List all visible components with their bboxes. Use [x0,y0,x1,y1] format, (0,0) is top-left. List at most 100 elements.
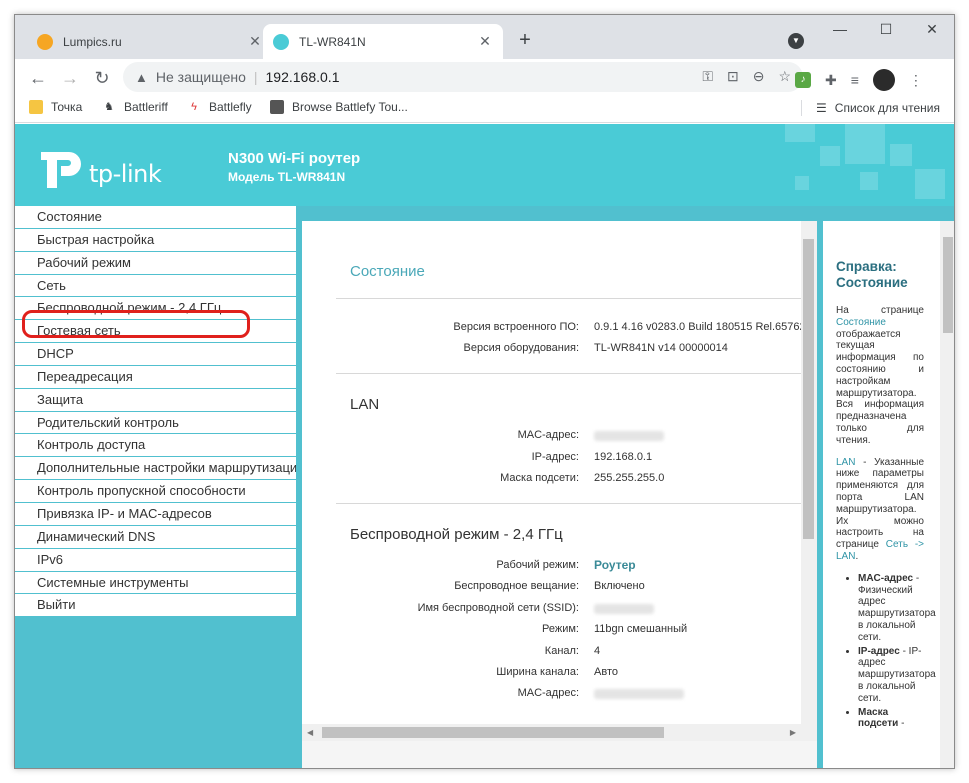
header-banner: tp-link N300 Wi-Fi роутер Модель TL-WR84… [15,124,954,206]
sidebar-item-security[interactable]: Защита [15,388,296,412]
bookmarks-bar: Точка ♞ Battleriff ϟ Battlefly Browse Ba… [15,95,954,123]
highlight-annotation [22,310,250,338]
maximize-icon[interactable]: ☐ [863,21,909,38]
divider [801,100,803,116]
reload-icon[interactable]: ↻ [89,65,115,91]
scroll-left-icon[interactable]: ◀ [307,728,313,737]
wireless-mode-label: Рабочий режим: [496,559,579,571]
sidebar-item-parental-control[interactable]: Родительский контроль [15,411,296,435]
broadcast-value: Включено [594,580,645,592]
lan-mac-label: MAC-адрес: [517,429,579,441]
divider: | [253,69,258,85]
sidebar-item-ip-mac-binding[interactable]: Привязка IP- и MAC-адресов [15,502,296,526]
sidebar-item-ddns[interactable]: Динамический DNS [15,525,296,549]
channel-width-value: Авто [594,666,618,678]
close-icon[interactable]: ✕ [475,33,495,50]
help-vertical-scrollbar[interactable] [940,221,954,768]
scroll-thumb[interactable] [803,239,814,539]
sidebar-item-system-tools[interactable]: Системные инструменты [15,571,296,595]
sidebar-item-ipv6[interactable]: IPv6 [15,548,296,572]
sidebar-item-status[interactable]: Состояние [15,206,296,229]
decoration [820,146,840,166]
sidebar-item-access-control[interactable]: Контроль доступа [15,434,296,458]
tab-tl-wr841n[interactable]: TL-WR841N ✕ [263,24,503,59]
list-item: MAC-адрес - Физический адрес маршрутизат… [858,572,936,644]
lan-mac-value-blurred [594,431,664,441]
sidebar-item-network[interactable]: Сеть [15,274,296,298]
sidebar-item-quick-setup[interactable]: Быстрая настройка [15,228,296,252]
lan-mask-label: Маска подсети: [500,472,579,484]
url-text[interactable]: 192.168.0.1 [266,69,340,85]
bookmark-battleriff[interactable]: ♞ Battleriff [102,100,168,114]
minimize-icon[interactable]: — [817,21,863,37]
tplink-logo-icon [41,152,81,188]
bookmark-battlefly[interactable]: ϟ Battlefly [187,100,252,114]
omnibox-icons: ⚿ ⊡ ⊖ ☆ [702,68,791,85]
tplink-favicon-icon [273,33,289,50]
list-item: IP-адрес - IP-адрес маршрутизатора в лок… [858,646,936,705]
close-icon[interactable]: ✕ [245,33,265,50]
warning-icon[interactable]: ▲ [135,70,148,85]
back-icon[interactable]: ← [25,65,51,91]
sidebar-item-dhcp[interactable]: DHCP [15,343,296,366]
help-text: - [901,718,905,730]
translate-icon[interactable]: ⊡ [727,68,739,85]
bookmark-label: Battleriff [124,100,168,114]
sidebar-item-forwarding[interactable]: Переадресация [15,365,296,389]
tab-strip: Lumpics.ru ✕ TL-WR841N ✕ + ▼ — ☐ ✕ [15,15,954,59]
window-close-icon[interactable]: ✕ [909,21,954,38]
help-panel: Справка: Состояние На странице Состояние… [823,221,954,768]
radio-mode-label: Режим: [542,623,579,635]
sidebar-item-bandwidth-control[interactable]: Контроль пропускной способности [15,480,296,503]
help-list: MAC-адрес - Физический адрес маршрутизат… [836,572,936,730]
router-model: Модель TL-WR841N [228,170,346,184]
help-content: Справка: Состояние На странице Состояние… [836,259,936,732]
scroll-thumb[interactable] [322,727,664,738]
battleriff-icon: ♞ [104,101,114,113]
channel-value: 4 [594,645,601,657]
decoration [795,176,809,190]
new-tab-button[interactable]: + [513,29,537,52]
forward-icon[interactable]: → [57,65,83,91]
reading-list-button[interactable]: ☰ Список для чтения [801,100,940,116]
ssid-value-blurred [594,604,654,614]
security-status[interactable]: Не защищено [156,69,246,85]
bookmark-battlefy[interactable]: Browse Battlefy Tou... [270,100,408,114]
help-paragraph: На странице Состояние отображается текущ… [836,305,924,447]
firmware-value: 0.9.1 4.16 v0283.0 Build 180515 Rel.6576… [594,321,802,333]
toolbar: ← → ↻ ▲ Не защищено | 192.168.0.1 ⚿ ⊡ ⊖ … [15,59,954,95]
sidebar-item-operation-mode[interactable]: Рабочий режим [15,251,296,275]
content-footer [302,741,817,768]
scroll-thumb[interactable] [943,237,953,333]
avatar[interactable] [872,69,895,91]
help-paragraph: LAN - Указанные ниже параметры применяют… [836,456,925,562]
wireless-heading: Беспроводной режим - 2,4 ГГц [350,526,563,543]
content-horizontal-scrollbar[interactable]: ◀ ▶ [302,724,801,741]
decoration [890,144,912,166]
star-icon[interactable]: ☆ [778,68,791,85]
decoration [915,169,945,199]
tab-lumpics[interactable]: Lumpics.ru ✕ [27,24,273,59]
content-vertical-scrollbar[interactable] [801,221,817,741]
menu-icon[interactable]: ⋮ [909,72,923,89]
sidebar-item-advanced-routing[interactable]: Дополнительные настройки маршрутизации [15,457,296,481]
lan-ip-value: 192.168.0.1 [594,451,653,463]
tab-search-icon[interactable]: ▼ [788,33,804,49]
extension-music-icon[interactable]: ♪ [795,72,811,88]
channel-label: Канал: [544,645,579,657]
address-bar[interactable]: ▲ Не защищено | 192.168.0.1 ⚿ ⊡ ⊖ ☆ [123,62,803,92]
scroll-right-icon[interactable]: ▶ [790,728,796,737]
help-term: MAC-адрес [858,572,914,584]
sidebar-item-logout[interactable]: Выйти [15,594,296,618]
bookmark-tochka[interactable]: Точка [29,100,82,114]
wireless-mode-value: Роутер [594,558,636,572]
media-icon[interactable]: ≡ [851,72,859,88]
key-icon[interactable]: ⚿ [702,68,713,85]
help-status-link[interactable]: Состояние [836,317,886,328]
divider [336,373,802,374]
help-title: Справка: Состояние [836,259,908,290]
zoom-icon[interactable]: ⊖ [753,68,765,85]
lumpics-favicon-icon [37,33,53,50]
ssid-label: Имя беспроводной сети (SSID): [417,602,579,614]
puzzle-icon[interactable]: ✚ [825,72,837,89]
